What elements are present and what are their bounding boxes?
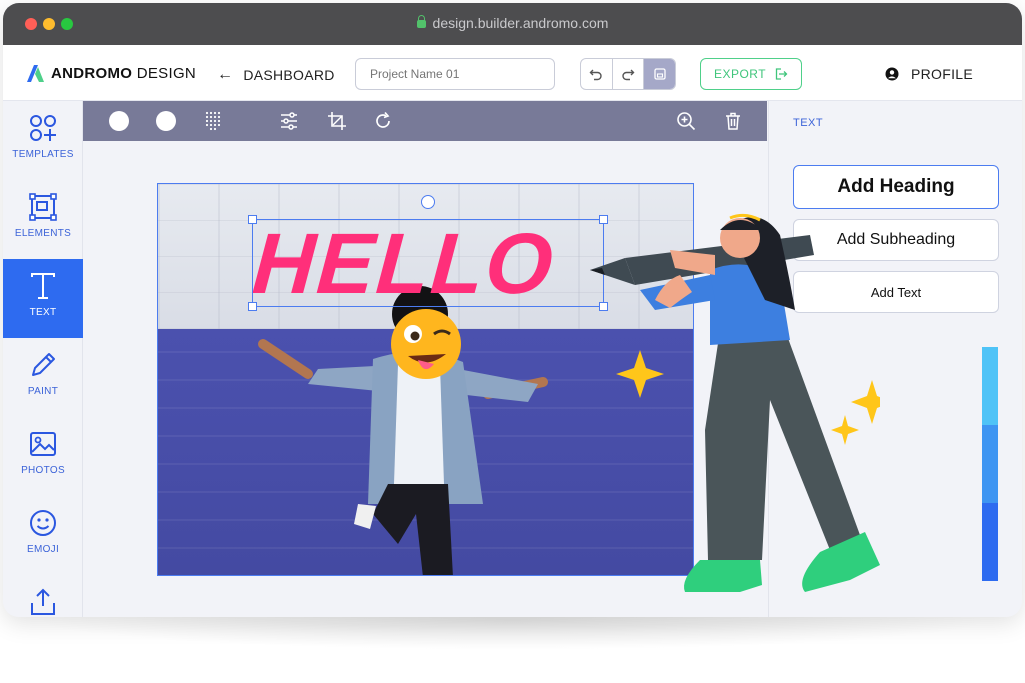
fill-color-button[interactable] xyxy=(108,110,130,137)
history-controls xyxy=(580,58,676,90)
save-icon xyxy=(654,68,666,80)
sidebar-item-paint[interactable]: PAINT xyxy=(3,338,83,417)
trash-icon xyxy=(726,112,740,130)
crop-icon xyxy=(328,112,346,130)
adjust-button[interactable] xyxy=(279,111,299,136)
resize-handle-top-left[interactable] xyxy=(248,215,257,224)
text-selection-box xyxy=(248,215,608,311)
sidebar-item-elements[interactable]: ELEMENTS xyxy=(3,180,83,259)
sidebar-item-text[interactable]: TEXT xyxy=(3,259,83,338)
stroke-color-button[interactable] xyxy=(155,110,177,137)
scrollbar-segment[interactable] xyxy=(982,425,998,503)
sidebar-item-label: TEMPLATES xyxy=(12,149,74,160)
rotate-icon xyxy=(376,111,390,128)
stage: design.builder.andromo.com ANDROMO DESIG… xyxy=(0,0,1025,683)
scrollbar-segment[interactable] xyxy=(982,347,998,425)
redo-icon xyxy=(622,69,635,81)
smiley-icon xyxy=(30,510,56,536)
tool-sidebar: TEMPLATES ELEMENTS TEXT PAINT PHOTOS EMO… xyxy=(3,101,83,617)
undo-button[interactable] xyxy=(581,59,613,89)
app-header: ANDROMO DESIGN ← DASHBOARD EXPORT xyxy=(3,45,1022,101)
canvas-toolbar xyxy=(83,101,767,141)
user-icon xyxy=(885,67,899,81)
project-name-input[interactable] xyxy=(355,58,555,90)
sidebar-item-label: ELEMENTS xyxy=(14,228,72,239)
arrow-left-icon: ← xyxy=(217,66,234,83)
text-icon xyxy=(31,273,55,299)
redo-button[interactable] xyxy=(613,59,645,89)
sidebar-item-emoji[interactable]: EMOJI xyxy=(3,496,83,575)
zoom-in-button[interactable] xyxy=(676,111,696,136)
sidebar-item-photos[interactable]: PHOTOS xyxy=(3,417,83,496)
profile-menu[interactable]: PROFILE xyxy=(885,66,973,82)
address-bar[interactable]: design.builder.andromo.com xyxy=(3,15,1022,31)
circle-fill-icon xyxy=(109,111,129,131)
rotate-handle[interactable] xyxy=(421,195,435,209)
lock-icon xyxy=(416,15,426,28)
scrollbar-segment[interactable] xyxy=(982,503,998,581)
browser-titlebar: design.builder.andromo.com xyxy=(3,3,1022,45)
templates-icon xyxy=(30,115,56,141)
dashboard-label: DASHBOARD xyxy=(243,67,335,83)
dotted-grid-icon xyxy=(205,111,221,131)
brand-name: ANDROMO DESIGN xyxy=(51,64,197,82)
zoom-in-icon xyxy=(677,112,696,131)
export-icon xyxy=(775,68,788,80)
woman-with-pencil-illustration xyxy=(590,213,880,592)
delete-button[interactable] xyxy=(723,111,743,136)
brand-logo[interactable]: ANDROMO DESIGN xyxy=(25,63,196,83)
export-button[interactable]: EXPORT xyxy=(700,58,802,90)
sidebar-item-label: PHOTOS xyxy=(21,465,65,476)
sidebar-item-upload[interactable] xyxy=(3,575,83,617)
upload-icon xyxy=(31,588,55,615)
opacity-button[interactable] xyxy=(203,110,225,137)
crop-button[interactable] xyxy=(327,111,347,136)
save-button[interactable] xyxy=(644,59,675,89)
sliders-icon xyxy=(281,112,297,130)
profile-label: PROFILE xyxy=(911,66,974,82)
elements-icon xyxy=(29,193,57,221)
resize-handle-bottom-left[interactable] xyxy=(248,302,257,311)
andromo-logo-icon xyxy=(27,65,44,82)
rotate-button[interactable] xyxy=(373,111,393,136)
dashboard-link[interactable]: ← DASHBOARD xyxy=(217,66,335,84)
text-panel-title: TEXT xyxy=(793,117,824,129)
undo-icon xyxy=(589,69,603,81)
image-icon xyxy=(30,432,56,456)
sidebar-item-templates[interactable]: TEMPLATES xyxy=(3,101,83,180)
sidebar-item-label: TEXT xyxy=(29,307,57,318)
export-label: EXPORT xyxy=(713,67,767,81)
address-url: design.builder.andromo.com xyxy=(432,15,609,31)
sidebar-item-label: PAINT xyxy=(27,386,59,397)
circle-outline-icon xyxy=(156,111,176,131)
pencil-icon xyxy=(32,353,55,376)
sidebar-item-label: EMOJI xyxy=(26,544,60,555)
